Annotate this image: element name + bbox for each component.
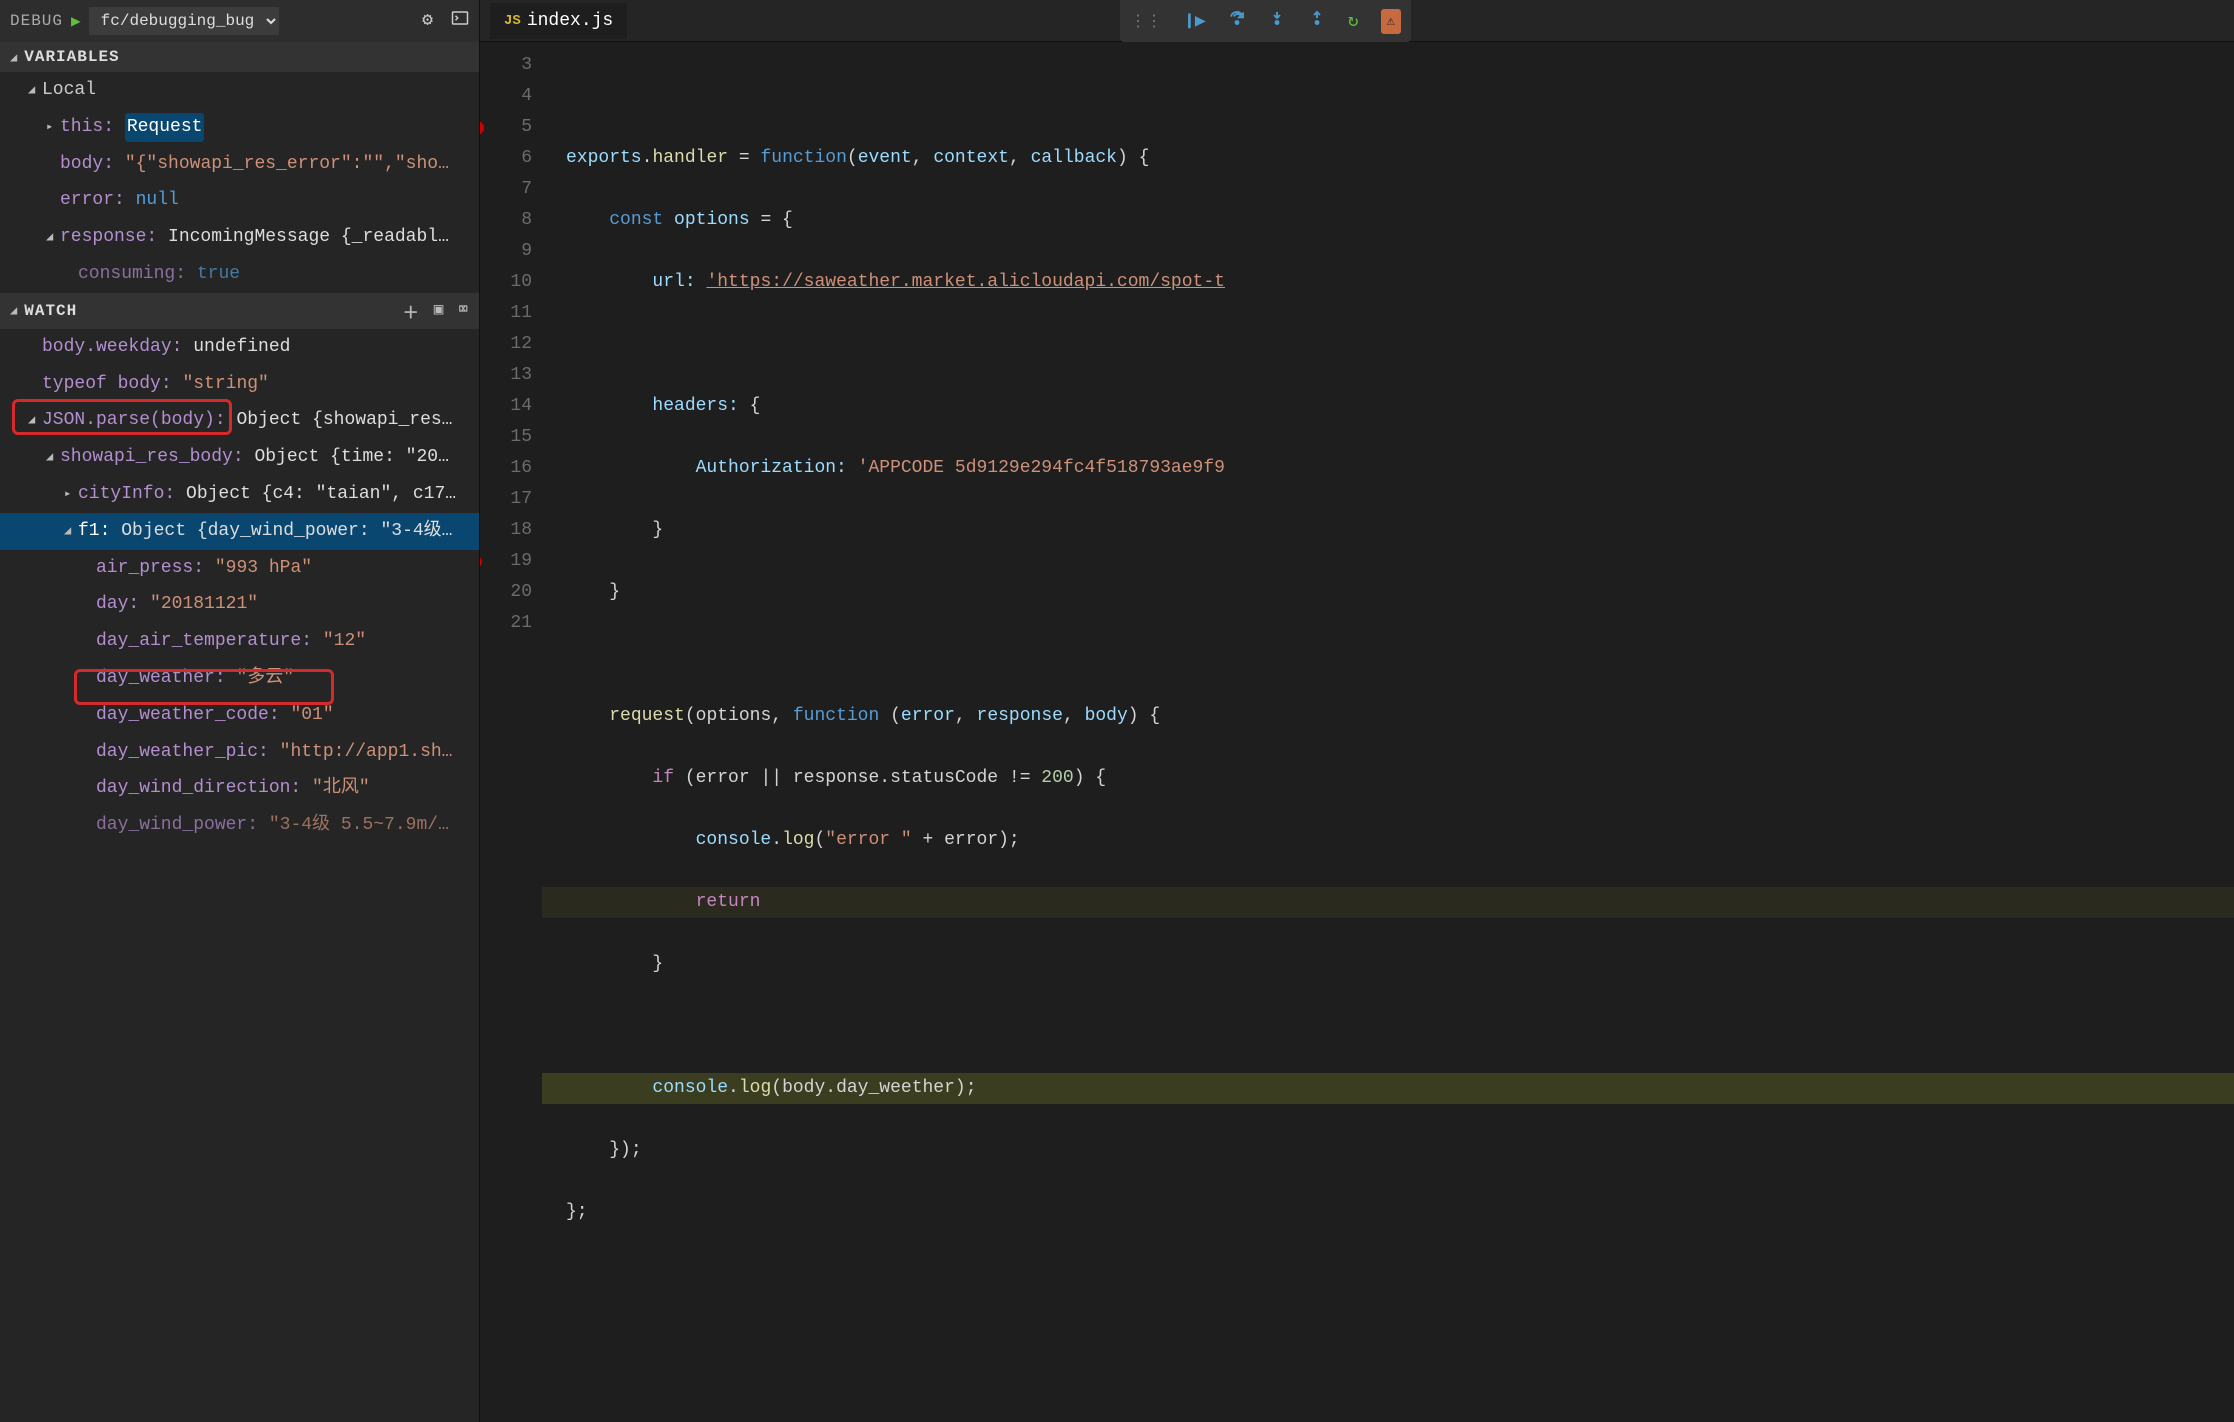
watch-prop-day-weather[interactable]: day_weather: "多云" (0, 660, 479, 697)
watch-prop-showapi-res-body[interactable]: ◢showapi_res_body: Object {time: "20… (0, 439, 479, 476)
continue-icon[interactable]: ❙▶ (1184, 10, 1206, 32)
watch-prop-day-wind-direction[interactable]: day_wind_direction: "北风" (0, 770, 479, 807)
gear-icon[interactable]: ⚙ (422, 9, 433, 33)
restart-icon[interactable]: ↻ (1348, 10, 1359, 32)
watch-prop-day-weather-code[interactable]: day_weather_code: "01" (0, 697, 479, 734)
js-file-icon: JS (504, 13, 521, 29)
watch-expression-json-parse[interactable]: ◢JSON.parse(body): Object {showapi_res… (0, 402, 479, 439)
debug-config-select[interactable]: fc/debugging_bug (89, 7, 279, 35)
breakpoint-icon[interactable] (480, 121, 484, 135)
watch-panel-header[interactable]: ◢ WATCH ＋ ▣ ⌧ (0, 293, 479, 329)
watch-expression[interactable]: typeof body: "string" (0, 366, 479, 403)
watch-prop-air-press[interactable]: air_press: "993 hPa" (0, 550, 479, 587)
debug-toolbar: ⋮⋮ ❙▶ ↻ ⚠ (1120, 0, 1411, 42)
drag-grip-icon[interactable]: ⋮⋮ (1130, 11, 1162, 31)
step-into-icon[interactable] (1268, 9, 1286, 33)
add-watch-icon[interactable]: ＋ (403, 299, 420, 323)
watch-prop-day[interactable]: day: "20181121" (0, 586, 479, 623)
step-out-icon[interactable] (1308, 9, 1326, 33)
debug-sidebar: DEBUG ▶ fc/debugging_bug ⚙ ◢ VARIABLES ◢… (0, 0, 480, 1422)
tab-index-js[interactable]: JS index.js (490, 3, 627, 39)
line-gutter: 3 4 5 6 7 8 9 10 11 12 13 14 15 16 17 18… (480, 42, 542, 1422)
code-area: 3 4 5 6 7 8 9 10 11 12 13 14 15 16 17 18… (480, 42, 2234, 1422)
watch-title: WATCH (24, 302, 77, 320)
debug-label: DEBUG (10, 12, 63, 30)
chevron-down-icon: ◢ (10, 50, 18, 65)
collapse-all-icon[interactable]: ▣ (434, 299, 445, 323)
variable-error[interactable]: error: null (0, 182, 479, 219)
stop-icon[interactable]: ⚠ (1381, 9, 1401, 34)
code-body[interactable]: exports.handler = function(event, contex… (542, 42, 2234, 1422)
watch-prop-day-air-temperature[interactable]: day_air_temperature: "12" (0, 623, 479, 660)
chevron-down-icon: ◢ (10, 303, 18, 318)
variables-panel-header[interactable]: ◢ VARIABLES (0, 42, 479, 72)
watch-prop-f1[interactable]: ◢f1: Object {day_wind_power: "3-4级… (0, 513, 479, 550)
local-scope-header[interactable]: ◢Local (0, 72, 479, 109)
watch-prop-day-weather-pic[interactable]: day_weather_pic: "http://app1.sh… (0, 734, 479, 771)
variable-this[interactable]: ▸this: Request (0, 109, 479, 146)
debug-console-icon[interactable] (451, 9, 469, 33)
remove-all-icon[interactable]: ⌧ (458, 299, 469, 323)
watch-prop-day-wind-power[interactable]: day_wind_power: "3-4级 5.5~7.9m/… (0, 807, 479, 844)
debug-header: DEBUG ▶ fc/debugging_bug ⚙ (0, 0, 479, 42)
variable-response[interactable]: ◢response: IncomingMessage {_readabl… (0, 219, 479, 256)
variable-body[interactable]: body: "{"showapi_res_error":"","sho… (0, 146, 479, 183)
variable-consuming[interactable]: consuming: true (0, 256, 479, 293)
variables-panel-body: ◢Local ▸this: Request body: "{"showapi_r… (0, 72, 479, 293)
watch-expression[interactable]: body.weekday: undefined (0, 329, 479, 366)
tab-filename: index.js (527, 11, 613, 31)
step-over-icon[interactable] (1228, 9, 1246, 33)
play-icon[interactable]: ▶ (71, 11, 81, 31)
watch-prop-cityinfo[interactable]: ▸cityInfo: Object {c4: "taian", c17… (0, 476, 479, 513)
current-breakpoint-icon[interactable] (480, 556, 482, 568)
editor-area: JS index.js ⋮⋮ ❙▶ ↻ ⚠ 3 4 5 6 7 8 9 10 1… (480, 0, 2234, 1422)
variables-title: VARIABLES (24, 48, 119, 66)
watch-panel-body: body.weekday: undefined typeof body: "st… (0, 329, 479, 1422)
local-label: Local (42, 76, 96, 105)
